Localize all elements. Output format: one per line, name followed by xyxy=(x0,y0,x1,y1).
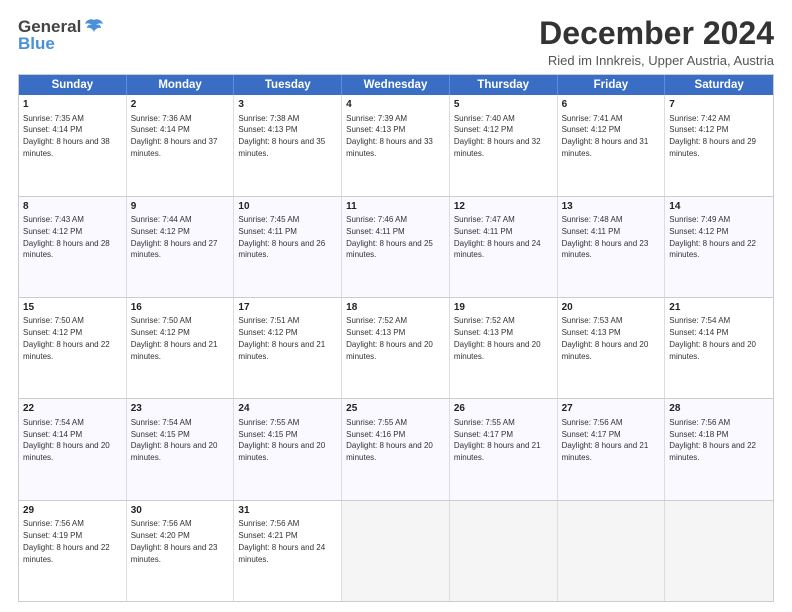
table-row: 15 Sunrise: 7:50 AMSunset: 4:12 PMDaylig… xyxy=(19,298,127,398)
day-header-tuesday: Tuesday xyxy=(234,75,342,95)
week-4: 22 Sunrise: 7:54 AMSunset: 4:14 PMDaylig… xyxy=(19,398,773,499)
table-row: 4 Sunrise: 7:39 AMSunset: 4:13 PMDayligh… xyxy=(342,95,450,195)
table-row: 5 Sunrise: 7:40 AMSunset: 4:12 PMDayligh… xyxy=(450,95,558,195)
table-row: 28 Sunrise: 7:56 AMSunset: 4:18 PMDaylig… xyxy=(665,399,773,499)
day-header-wednesday: Wednesday xyxy=(342,75,450,95)
table-row: 30 Sunrise: 7:56 AMSunset: 4:20 PMDaylig… xyxy=(127,501,235,601)
table-row: 12 Sunrise: 7:47 AMSunset: 4:11 PMDaylig… xyxy=(450,197,558,297)
table-row-empty xyxy=(558,501,666,601)
location-subtitle: Ried im Innkreis, Upper Austria, Austria xyxy=(539,53,774,68)
day-header-monday: Monday xyxy=(127,75,235,95)
logo-bird-icon xyxy=(83,16,105,38)
table-row: 13 Sunrise: 7:48 AMSunset: 4:11 PMDaylig… xyxy=(558,197,666,297)
week-2: 8 Sunrise: 7:43 AMSunset: 4:12 PMDayligh… xyxy=(19,196,773,297)
table-row: 26 Sunrise: 7:55 AMSunset: 4:17 PMDaylig… xyxy=(450,399,558,499)
month-title: December 2024 xyxy=(539,16,774,51)
week-5: 29 Sunrise: 7:56 AMSunset: 4:19 PMDaylig… xyxy=(19,500,773,601)
calendar-body: 1 Sunrise: 7:35 AMSunset: 4:14 PMDayligh… xyxy=(19,95,773,601)
calendar-header: Sunday Monday Tuesday Wednesday Thursday… xyxy=(19,75,773,95)
table-row: 7 Sunrise: 7:42 AMSunset: 4:12 PMDayligh… xyxy=(665,95,773,195)
table-row: 31 Sunrise: 7:56 AMSunset: 4:21 PMDaylig… xyxy=(234,501,342,601)
table-row-empty xyxy=(450,501,558,601)
week-3: 15 Sunrise: 7:50 AMSunset: 4:12 PMDaylig… xyxy=(19,297,773,398)
day-header-friday: Friday xyxy=(558,75,666,95)
title-block: December 2024 Ried im Innkreis, Upper Au… xyxy=(539,16,774,68)
day-header-sunday: Sunday xyxy=(19,75,127,95)
table-row: 3 Sunrise: 7:38 AMSunset: 4:13 PMDayligh… xyxy=(234,95,342,195)
table-row: 19 Sunrise: 7:52 AMSunset: 4:13 PMDaylig… xyxy=(450,298,558,398)
table-row: 10 Sunrise: 7:45 AMSunset: 4:11 PMDaylig… xyxy=(234,197,342,297)
table-row: 24 Sunrise: 7:55 AMSunset: 4:15 PMDaylig… xyxy=(234,399,342,499)
table-row: 6 Sunrise: 7:41 AMSunset: 4:12 PMDayligh… xyxy=(558,95,666,195)
logo: General Blue xyxy=(18,16,105,54)
table-row: 25 Sunrise: 7:55 AMSunset: 4:16 PMDaylig… xyxy=(342,399,450,499)
table-row: 8 Sunrise: 7:43 AMSunset: 4:12 PMDayligh… xyxy=(19,197,127,297)
table-row: 1 Sunrise: 7:35 AMSunset: 4:14 PMDayligh… xyxy=(19,95,127,195)
table-row: 9 Sunrise: 7:44 AMSunset: 4:12 PMDayligh… xyxy=(127,197,235,297)
week-1: 1 Sunrise: 7:35 AMSunset: 4:14 PMDayligh… xyxy=(19,95,773,195)
table-row: 22 Sunrise: 7:54 AMSunset: 4:14 PMDaylig… xyxy=(19,399,127,499)
table-row: 20 Sunrise: 7:53 AMSunset: 4:13 PMDaylig… xyxy=(558,298,666,398)
table-row-empty xyxy=(342,501,450,601)
table-row: 17 Sunrise: 7:51 AMSunset: 4:12 PMDaylig… xyxy=(234,298,342,398)
table-row-empty xyxy=(665,501,773,601)
day-header-saturday: Saturday xyxy=(665,75,773,95)
table-row: 18 Sunrise: 7:52 AMSunset: 4:13 PMDaylig… xyxy=(342,298,450,398)
table-row: 23 Sunrise: 7:54 AMSunset: 4:15 PMDaylig… xyxy=(127,399,235,499)
table-row: 14 Sunrise: 7:49 AMSunset: 4:12 PMDaylig… xyxy=(665,197,773,297)
table-row: 11 Sunrise: 7:46 AMSunset: 4:11 PMDaylig… xyxy=(342,197,450,297)
calendar: Sunday Monday Tuesday Wednesday Thursday… xyxy=(18,74,774,602)
table-row: 2 Sunrise: 7:36 AMSunset: 4:14 PMDayligh… xyxy=(127,95,235,195)
table-row: 21 Sunrise: 7:54 AMSunset: 4:14 PMDaylig… xyxy=(665,298,773,398)
day-header-thursday: Thursday xyxy=(450,75,558,95)
table-row: 27 Sunrise: 7:56 AMSunset: 4:17 PMDaylig… xyxy=(558,399,666,499)
table-row: 16 Sunrise: 7:50 AMSunset: 4:12 PMDaylig… xyxy=(127,298,235,398)
table-row: 29 Sunrise: 7:56 AMSunset: 4:19 PMDaylig… xyxy=(19,501,127,601)
